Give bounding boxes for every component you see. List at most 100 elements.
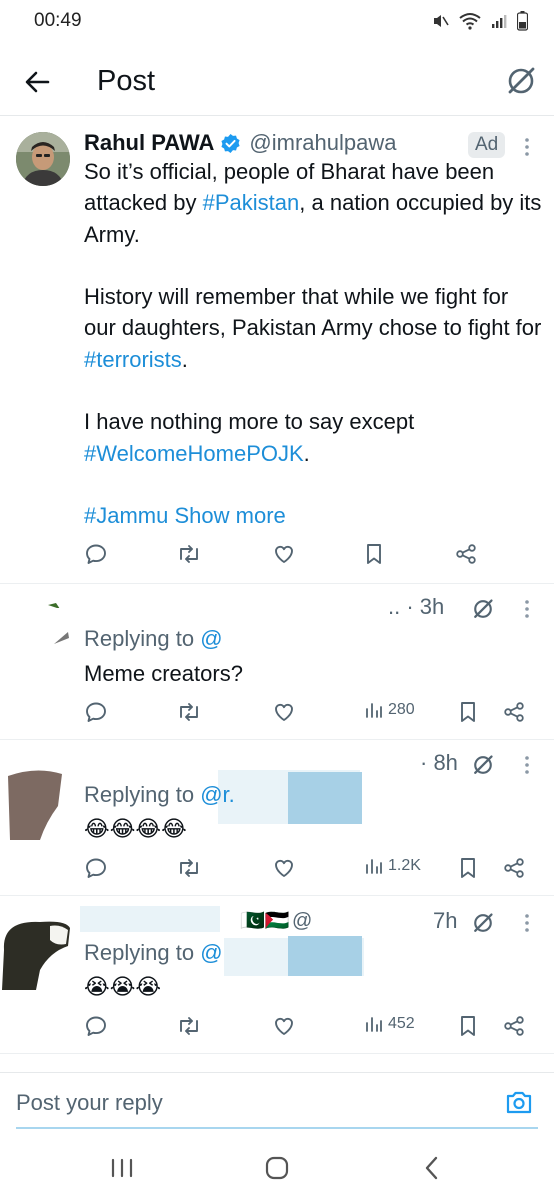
reply-button[interactable] [84, 542, 108, 566]
status-bar: 00:49 [0, 0, 554, 44]
reply-post[interactable]: .. · 3h Replying to @ Meme creators? 280 [0, 586, 554, 740]
camera-button[interactable] [504, 1087, 534, 1117]
status-time: 00:49 [34, 10, 82, 31]
view-count: 1.2K [388, 857, 421, 874]
views-button[interactable]: 280 [364, 700, 415, 720]
header: Post [0, 48, 554, 116]
bookmark-icon [367, 544, 381, 564]
bookmark-button[interactable] [457, 1014, 479, 1038]
reply-mention[interactable]: @r. [200, 782, 235, 807]
reply-time: · 8h [420, 750, 458, 775]
reply-text: Meme creators? [84, 661, 243, 686]
reply-time: .. · 3h [388, 594, 445, 619]
status-icons [431, 11, 528, 31]
verified-badge-icon [221, 133, 240, 153]
main-post[interactable]: Rahul PAWA @imrahulpawa Ad So it’s offic… [0, 118, 554, 584]
reply-post[interactable]: 🇵🇰🇵🇸 @ 7h Replying to @ 😭😭😭 452 [0, 898, 554, 1054]
heart-icon [275, 859, 293, 877]
reply-mention[interactable]: @ [200, 940, 222, 965]
author-name[interactable]: Rahul PAWA [84, 130, 214, 156]
more-options-icon[interactable] [521, 754, 533, 776]
analytics-icon [366, 1017, 382, 1032]
reply-input-underline [16, 1127, 538, 1129]
reply-input[interactable] [16, 1083, 476, 1123]
more-options-icon[interactable] [521, 136, 533, 158]
share-button[interactable] [502, 1014, 526, 1038]
grok-icon [508, 67, 535, 94]
repost-button[interactable] [176, 700, 202, 724]
reply-button[interactable] [84, 856, 108, 880]
share-button[interactable] [502, 856, 526, 880]
show-more-link[interactable]: Show more [174, 503, 285, 528]
avatar[interactable] [6, 766, 66, 840]
post-text: So it’s official, people of Bharat have … [84, 159, 542, 529]
home-icon [265, 1156, 289, 1180]
grok-icon[interactable] [471, 753, 495, 777]
grok-button[interactable] [504, 64, 538, 98]
like-button[interactable] [272, 700, 296, 724]
hashtag-welcomehomepojk[interactable]: #WelcomeHomePOJK [84, 441, 304, 466]
bookmark-button[interactable] [457, 700, 479, 724]
author-handle[interactable]: @imrahulpawa [249, 130, 396, 156]
reply-button[interactable] [84, 700, 108, 724]
hashtag-jammu[interactable]: #Jammu [84, 503, 168, 528]
reply-icon [86, 544, 106, 564]
avatar-fragment [54, 632, 69, 644]
reply-text: 😭😭😭 [84, 974, 162, 999]
bookmark-button[interactable] [457, 856, 479, 880]
handle-fragment: @ [292, 910, 313, 932]
hashtag-terrorists[interactable]: #terrorists [84, 347, 182, 372]
page-title: Post [97, 65, 156, 97]
repost-icon [180, 859, 198, 877]
wifi-icon [459, 13, 481, 30]
share-icon [504, 1016, 524, 1036]
hashtag-pakistan[interactable]: #Pakistan [203, 190, 300, 215]
reply-actions: 280 [0, 700, 554, 730]
views-button[interactable]: 452 [364, 1014, 415, 1034]
ad-badge: Ad [468, 132, 506, 158]
repost-button[interactable] [176, 856, 202, 880]
reply-text: 😂😂😂😂 [84, 816, 187, 841]
reply-post[interactable]: · 8h Replying to @r. 😂😂😂😂 1.2K [0, 742, 554, 896]
share-button[interactable] [454, 542, 478, 566]
share-icon [504, 858, 524, 878]
repost-button[interactable] [176, 542, 202, 566]
repost-icon [180, 545, 198, 563]
recent-apps-button[interactable] [106, 1152, 138, 1184]
analytics-icon [366, 703, 382, 718]
view-count: 280 [388, 701, 415, 718]
replying-to: Replying to @ [84, 940, 223, 965]
reply-button[interactable] [84, 1014, 108, 1038]
repost-button[interactable] [176, 1014, 202, 1038]
avatar[interactable] [0, 910, 72, 990]
bookmark-icon [461, 1016, 475, 1036]
redacted-area [288, 772, 362, 824]
grok-icon[interactable] [471, 911, 495, 935]
mute-icon [434, 15, 449, 27]
like-button[interactable] [272, 542, 296, 566]
back-arrow-icon [25, 71, 50, 93]
like-button[interactable] [272, 1014, 296, 1038]
avatar[interactable] [48, 598, 62, 608]
reply-actions: 1.2K [0, 856, 554, 886]
like-button[interactable] [272, 856, 296, 880]
more-options-icon[interactable] [521, 598, 533, 620]
signal-icon [492, 15, 507, 28]
replying-to: Replying to @ [84, 626, 223, 651]
share-button[interactable] [502, 700, 526, 724]
repost-icon [180, 1017, 198, 1035]
back-button[interactable] [22, 66, 54, 98]
home-button[interactable] [261, 1152, 293, 1184]
reply-actions: 452 [0, 1014, 554, 1044]
more-options-icon[interactable] [521, 912, 533, 934]
system-back-button[interactable] [416, 1152, 448, 1184]
reply-mention[interactable]: @ [200, 626, 222, 651]
heart-icon [275, 1017, 293, 1035]
system-nav-bar [0, 1136, 554, 1200]
bookmark-icon [461, 858, 475, 878]
bookmark-button[interactable] [363, 542, 385, 566]
grok-icon[interactable] [471, 597, 495, 621]
views-button[interactable]: 1.2K [364, 856, 421, 876]
avatar[interactable] [16, 132, 70, 186]
repost-icon [180, 703, 198, 721]
